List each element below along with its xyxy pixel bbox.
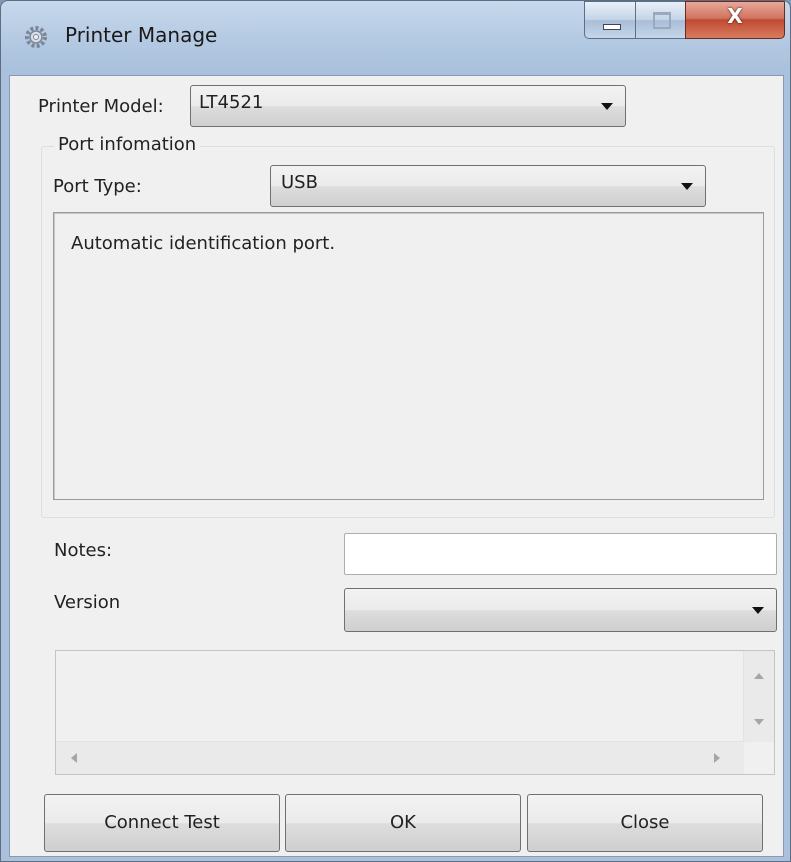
minimize-icon [603,24,621,30]
connect-test-button[interactable]: Connect Test [44,794,280,852]
scroll-up-icon[interactable] [754,673,764,679]
printer-manage-window: Printer Manage X Printer Model: LT4521 P… [0,0,791,862]
maximize-button[interactable] [635,1,686,39]
title-bar[interactable]: Printer Manage X [1,1,790,75]
printer-model-select[interactable]: LT4521 [190,85,626,127]
printer-model-label: Printer Model: [38,96,164,117]
maximize-icon [653,12,671,29]
port-info-group-title: Port infomation [54,134,201,155]
scroll-left-icon[interactable] [71,753,77,763]
scroll-down-icon[interactable] [754,719,764,725]
close-icon: X [727,4,743,28]
chevron-down-icon [601,103,613,110]
close-button[interactable]: Close [527,794,763,852]
gear-icon [25,26,47,48]
port-type-label: Port Type: [53,176,142,197]
notes-input[interactable] [344,533,777,575]
version-select[interactable] [344,588,777,632]
port-type-value: USB [281,172,318,193]
vertical-scrollbar[interactable] [743,651,774,742]
scroll-right-icon[interactable] [714,753,720,763]
chevron-down-icon [752,607,764,614]
window-title: Printer Manage [65,23,218,47]
version-label: Version [54,592,121,613]
chevron-down-icon [681,183,693,190]
notes-label: Notes: [54,540,113,561]
ok-button[interactable]: OK [285,794,521,852]
printer-model-value: LT4521 [199,92,264,113]
scrollbar-corner [744,742,774,774]
close-window-button[interactable]: X [685,1,785,39]
port-description-panel: Automatic identification port. [53,212,764,500]
minimize-button[interactable] [584,1,636,39]
dialog-client-area: Printer Model: LT4521 Port infomation Po… [9,75,784,857]
port-description-text: Automatic identification port. [71,233,336,254]
horizontal-scrollbar[interactable] [56,741,745,774]
port-type-select[interactable]: USB [270,165,706,207]
log-output-area[interactable] [55,650,775,775]
